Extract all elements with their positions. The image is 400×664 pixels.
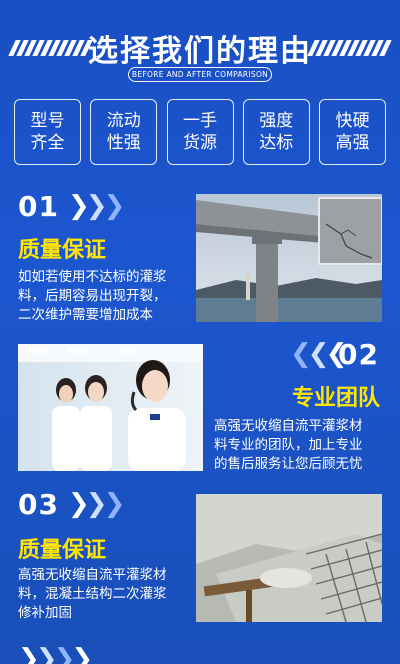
chevron-right-icon: ❯ ❯ ❯	[68, 489, 126, 519]
feature-line: 型号	[30, 111, 65, 131]
section-heading: 质量保证	[18, 538, 107, 563]
feature-line: 货源	[183, 133, 217, 153]
feature-line: 流动	[106, 111, 141, 131]
section-heading: 质量保证	[18, 238, 107, 263]
description-line: 二次维护需要增加成本	[18, 307, 153, 323]
feature-box: 强度 达标	[242, 99, 310, 165]
feature-line: 一手	[183, 111, 217, 131]
description-line: 修补加固	[18, 605, 72, 621]
feature-line: 强度	[259, 111, 294, 131]
feature-line: 性强	[106, 133, 141, 153]
header: 选择我们的理由 BEFORE AND AFTER COMPARISON	[0, 14, 400, 84]
section-number: 02	[338, 338, 379, 371]
section-heading: 专业团队	[292, 386, 381, 411]
bridge-photo	[196, 194, 382, 322]
description-line: 高强无收缩自流平灌浆材	[214, 418, 363, 434]
feature-list: 型号 齐全 流动 性强 一手 货源 强度 达标 快硬 高强	[14, 99, 386, 165]
chevron-left-icon: ❮ ❮ ❮	[290, 339, 348, 369]
page-subtitle: BEFORE AND AFTER COMPARISON	[128, 67, 272, 82]
grout-photo	[196, 494, 382, 622]
description-line: 的售后服务让您后顾无忧	[214, 456, 363, 472]
section-number: 03	[18, 488, 59, 521]
feature-line: 高强	[335, 133, 370, 153]
section-description: 高强无收缩自流平灌浆材 料，混凝土结构二次灌浆 修补加固	[18, 566, 198, 623]
feature-line: 齐全	[30, 133, 65, 153]
chevron-right-icon: ❯ ❯ ❯ ❯	[18, 644, 94, 664]
feature-line: 达标	[259, 133, 294, 153]
feature-box: 流动 性强	[90, 99, 158, 165]
section-number: 01	[18, 190, 59, 223]
description-line: 料专业的团队，加上专业	[214, 437, 363, 453]
feature-box: 一手 货源	[166, 99, 234, 165]
feature-line: 快硬	[335, 111, 370, 131]
description-line: 如如若使用不达标的灌浆	[18, 269, 167, 285]
decorative-stripes-right	[307, 40, 392, 56]
description-line: 料，后期容易出现开裂，	[18, 288, 167, 304]
chevron-right-icon: ❯ ❯ ❯	[68, 191, 126, 221]
section-description: 如如若使用不达标的灌浆 料，后期容易出现开裂， 二次维护需要增加成本	[18, 268, 198, 325]
feature-box: 型号 齐全	[14, 99, 81, 165]
description-line: 料，混凝土结构二次灌浆	[18, 586, 167, 602]
section-description: 高强无收缩自流平灌浆材 料专业的团队，加上专业 的售后服务让您后顾无忧	[214, 417, 394, 474]
feature-box: 快硬 高强	[319, 99, 386, 165]
description-line: 高强无收缩自流平灌浆材	[18, 567, 167, 583]
team-photo	[18, 344, 203, 471]
